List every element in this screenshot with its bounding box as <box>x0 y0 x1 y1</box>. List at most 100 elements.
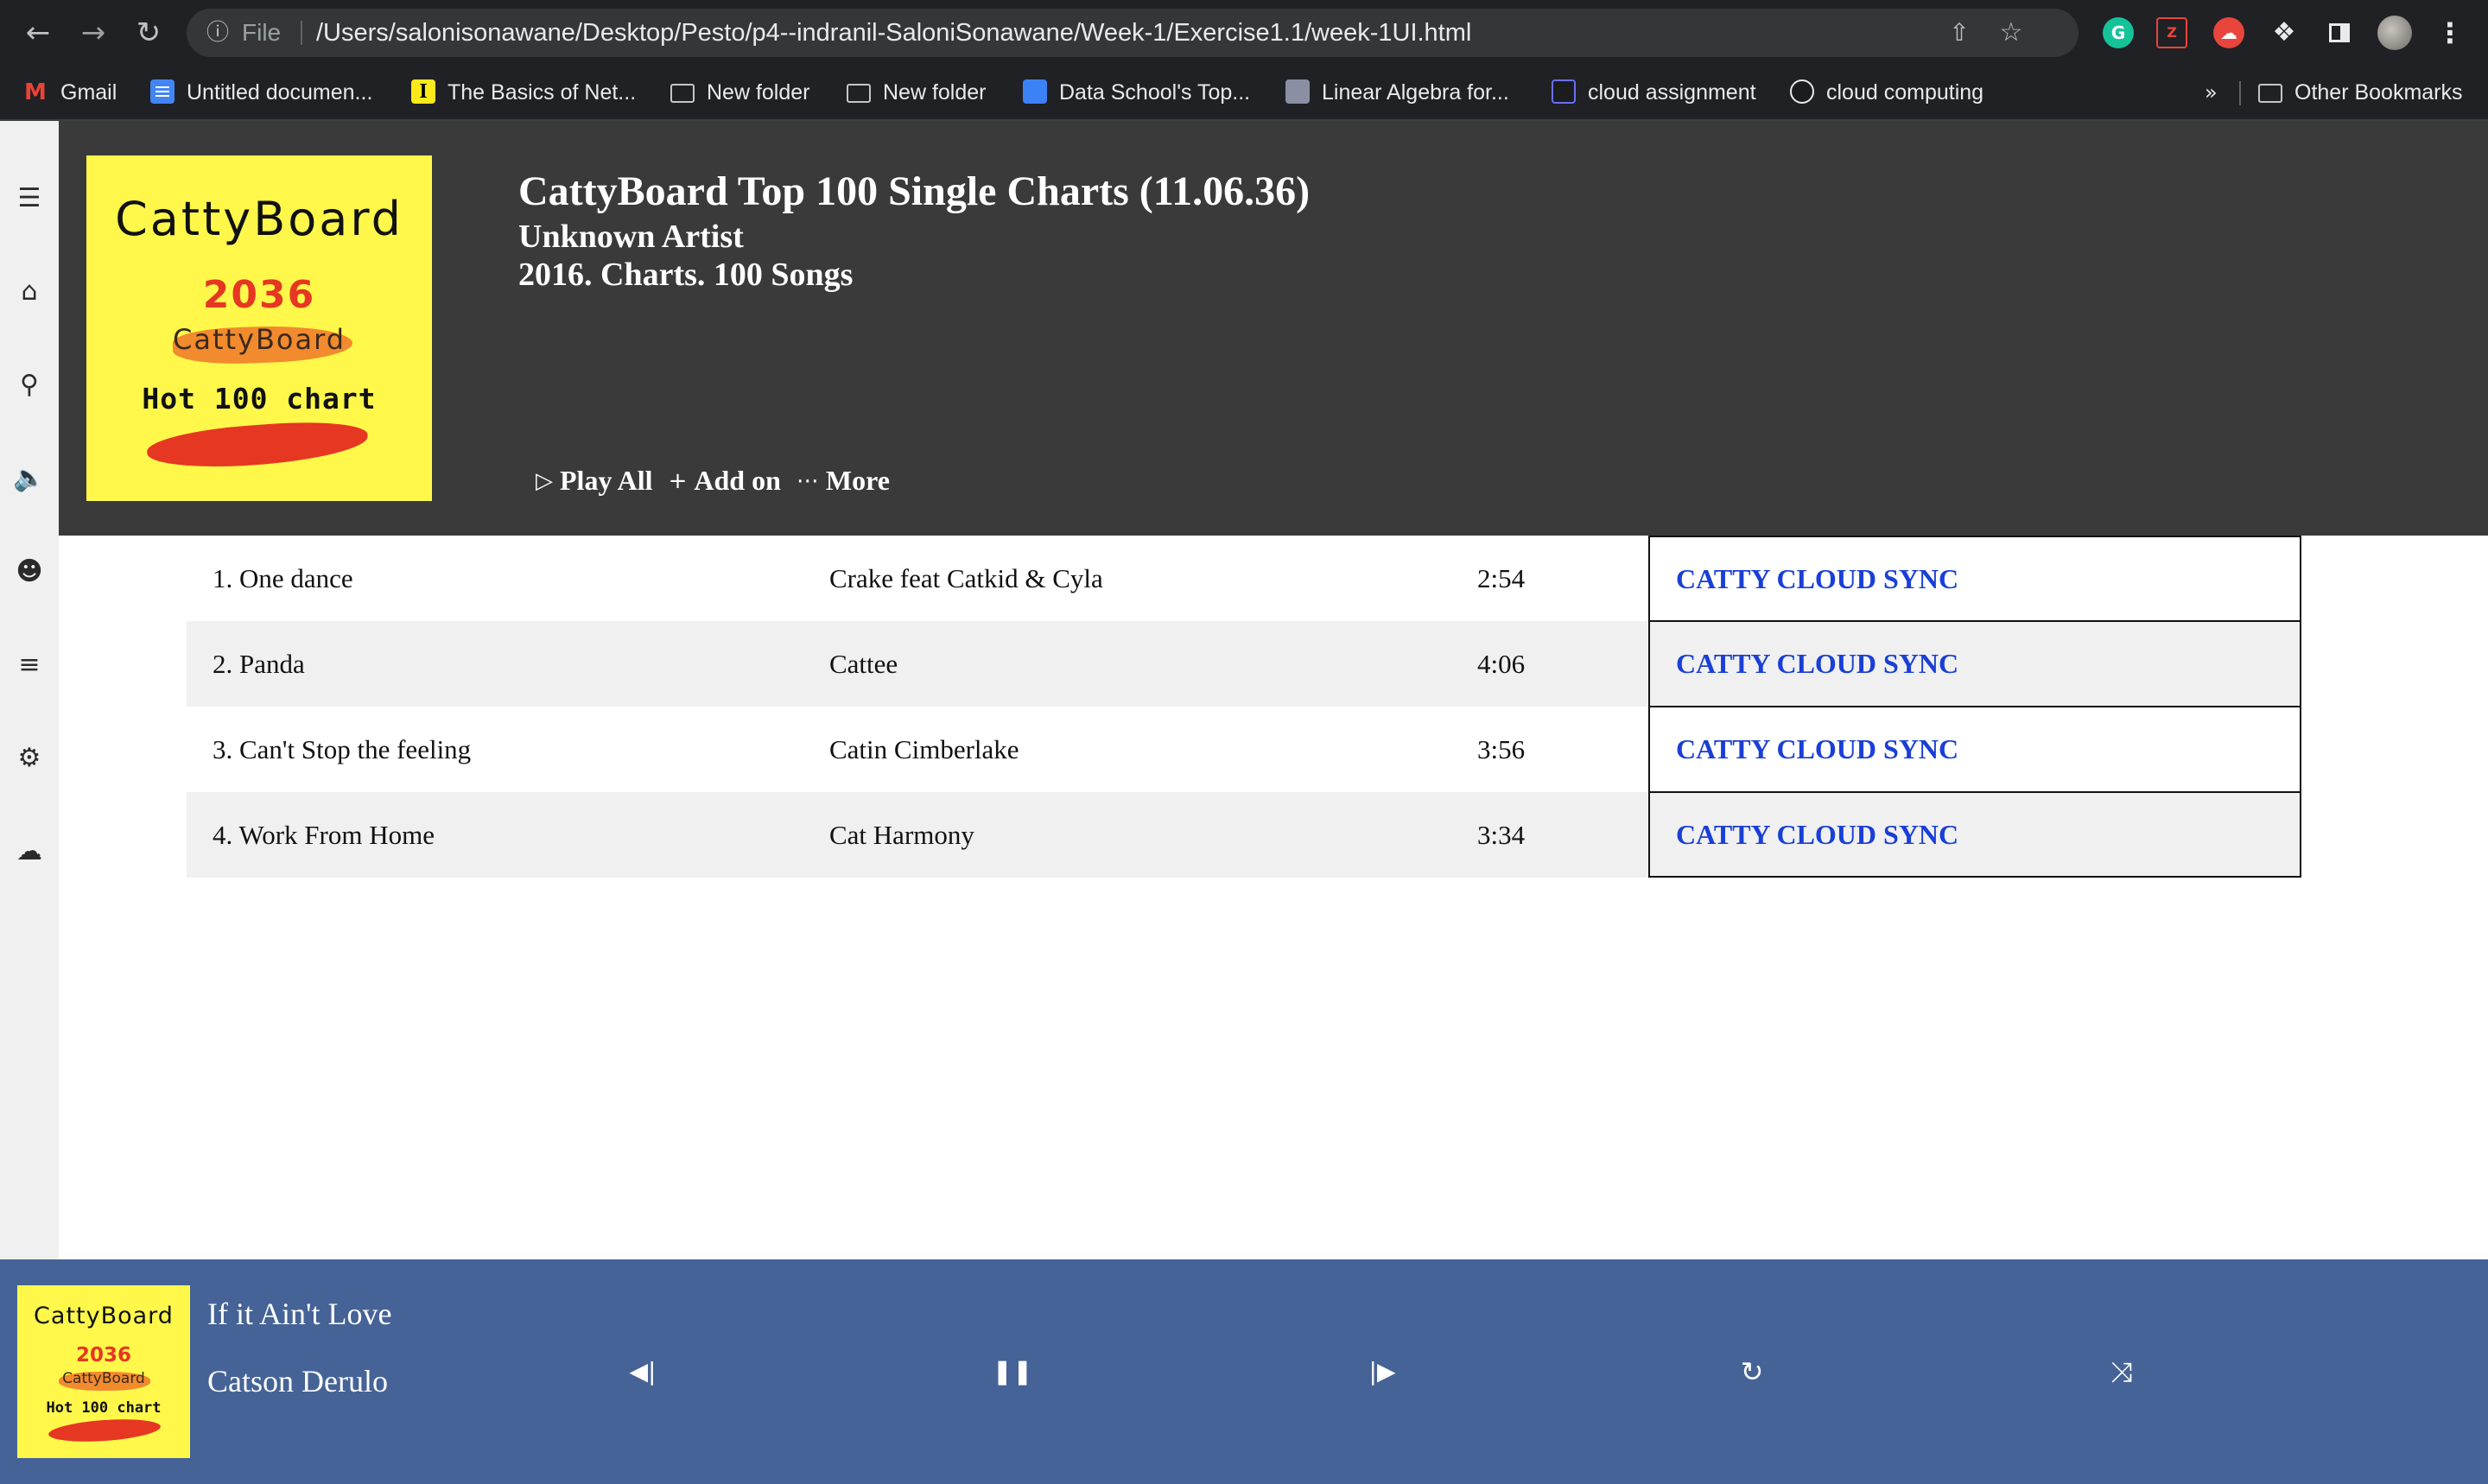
site-icon <box>1552 79 1576 105</box>
more-button[interactable]: ⋯ More <box>797 465 890 497</box>
bookmark-linear-algebra[interactable]: Linear Algebra for... <box>1285 66 1509 119</box>
address-bar[interactable]: ⓘ File /Users/salonisonawane/Desktop/Pes… <box>187 9 2079 57</box>
now-playing-title: If it Ain't Love <box>207 1297 392 1331</box>
sidebar: ☰ ⌂ ⚲ 🔈 ☻ ≡ ⚙ ☁ <box>0 121 59 1259</box>
browser-toolbar: ← → ↻ ⓘ File /Users/salonisonawane/Deskt… <box>0 0 2488 66</box>
site-icon <box>1023 79 1047 105</box>
cloud-sync-link[interactable]: CATTY CLOUD SYNC <box>1676 707 1958 791</box>
track-artist: Cattee <box>829 649 898 679</box>
now-playing-artist: Catson Derulo <box>207 1364 388 1398</box>
track-row[interactable]: 3. Can't Stop the feeling Catin Cimberla… <box>187 707 2301 792</box>
bookmark-cloud-assignment[interactable]: cloud assignment <box>1552 66 1756 119</box>
track-row[interactable]: 1. One dance Crake feat Catkid & Cyla 2:… <box>187 536 2301 621</box>
next-icon[interactable]: |▶︎ <box>1361 1351 1403 1392</box>
address-separator <box>301 21 302 45</box>
cover-year: 2036 <box>75 1344 131 1367</box>
bookmark-new-folder-1[interactable]: New folder <box>670 66 810 119</box>
bookmark-label: New folder <box>883 80 987 105</box>
home-icon[interactable]: ⌂ <box>10 273 48 311</box>
bookmark-basics-of-net[interactable]: The Basics of Net... <box>411 66 636 119</box>
track-list: 1. One dance Crake feat Catkid & Cyla 2:… <box>187 536 2301 878</box>
more-label: More <box>825 465 890 496</box>
search-icon[interactable]: ⚲ <box>10 366 48 404</box>
folder-icon <box>670 84 695 104</box>
volume-icon[interactable]: 🔈 <box>10 460 48 498</box>
album-cover: CattyBoard 2036 CattyBoard Hot 100 chart <box>86 155 432 501</box>
ellipsis-icon: ⋯ <box>796 468 819 494</box>
track-name: 4. Work From Home <box>213 820 435 850</box>
bookmark-other-bookmarks[interactable]: Other Bookmarks <box>2258 66 2463 119</box>
spotify-icon[interactable]: ≡ <box>10 646 48 684</box>
play-all-button[interactable]: ▷ Play All <box>536 465 653 497</box>
album-actions: ▷ Play All + Add on ⋯ More <box>536 465 898 503</box>
settings-icon[interactable]: ⚙ <box>10 739 48 777</box>
cloud-sync-link[interactable]: CATTY CLOUD SYNC <box>1676 537 1958 621</box>
music-app: ☰ ⌂ ⚲ 🔈 ☻ ≡ ⚙ ☁ CattyBoard 2036 CattyBoa… <box>0 121 2488 1484</box>
extensions-puzzle-icon[interactable]: ❖ <box>2269 17 2300 48</box>
menu-icon[interactable]: ☰ <box>10 180 48 218</box>
soundcloud-icon[interactable]: ☁ <box>10 833 48 871</box>
forward-arrow-icon[interactable]: → <box>71 10 116 55</box>
site-icon <box>1790 79 1814 105</box>
cover-year: 2036 <box>202 273 316 317</box>
bookmark-data-school[interactable]: Data School's Top... <box>1023 66 1250 119</box>
track-duration: 3:34 <box>1477 820 1526 850</box>
track-artist: Crake feat Catkid & Cyla <box>829 563 1103 593</box>
bookmark-label: cloud computing <box>1826 80 1984 105</box>
docs-icon <box>150 79 175 105</box>
address-url[interactable]: /Users/salonisonawane/Desktop/Pesto/p4--… <box>316 9 1471 57</box>
address-scheme: File <box>242 19 282 46</box>
track-artist: Cat Harmony <box>829 820 974 850</box>
cover-brand-small: CattyBoard <box>62 1370 145 1387</box>
repeat-icon[interactable]: ↻ <box>1731 1351 1773 1392</box>
track-duration: 3:56 <box>1477 734 1526 764</box>
cover-subtitle: Hot 100 chart <box>142 382 377 415</box>
bookmark-cloud-computing[interactable]: cloud computing <box>1790 66 1983 119</box>
profile-avatar[interactable] <box>2377 16 2412 50</box>
share-icon[interactable]: ⇧ <box>1942 16 1977 50</box>
bookmark-label: cloud assignment <box>1588 80 1756 105</box>
cover-brand-small: CattyBoard <box>172 323 346 356</box>
play-all-label: Play All <box>560 465 653 496</box>
site-icon <box>1285 79 1310 105</box>
user-icon[interactable]: ☻ <box>10 553 48 591</box>
plus-icon: + <box>668 468 688 494</box>
folder-icon <box>847 84 871 104</box>
track-row[interactable]: 4. Work From Home Cat Harmony 3:34 CATTY… <box>187 792 2301 878</box>
bookmark-star-icon[interactable]: ☆ <box>1994 16 2028 50</box>
cloud-extension-icon[interactable]: ☁ <box>2213 17 2244 48</box>
previous-icon[interactable]: ◀︎| <box>622 1351 663 1392</box>
track-name: 2. Panda <box>213 649 305 679</box>
bookmarks-overflow-chevron[interactable]: » <box>2205 66 2218 119</box>
cloud-sync-link[interactable]: CATTY CLOUD SYNC <box>1676 622 1958 706</box>
folder-icon <box>2258 84 2282 104</box>
grammarly-extension-icon[interactable]: G <box>2103 17 2134 48</box>
pause-icon[interactable]: ❚❚ <box>992 1351 1033 1392</box>
cover-brush-stroke-red <box>145 417 370 472</box>
bookmarks-divider <box>2239 81 2241 105</box>
play-icon: ▷ <box>536 468 553 494</box>
gmail-icon: M <box>24 79 47 106</box>
bookmark-label: The Basics of Net... <box>447 80 637 105</box>
album-meta: 2016. Charts. 100 Songs <box>518 257 854 293</box>
track-duration: 4:06 <box>1477 649 1526 679</box>
cover-subtitle: Hot 100 chart <box>46 1399 162 1417</box>
side-panel-icon[interactable] <box>2324 17 2355 48</box>
album-artist: Unknown Artist <box>518 219 744 255</box>
bookmark-new-folder-2[interactable]: New folder <box>847 66 987 119</box>
zotero-extension-icon[interactable]: Z <box>2156 17 2187 48</box>
track-row[interactable]: 2. Panda Cattee 4:06 CATTY CLOUD SYNC <box>187 621 2301 707</box>
add-on-button[interactable]: + Add on <box>669 465 781 497</box>
now-playing-bar: CattyBoard 2036 CattyBoard Hot 100 chart… <box>0 1259 2488 1484</box>
reload-icon[interactable]: ↻ <box>126 10 171 55</box>
bookmark-gmail[interactable]: M Gmail <box>24 66 117 119</box>
bookmark-untitled-document[interactable]: Untitled documen... <box>150 66 372 119</box>
cloud-sync-cell: CATTY CLOUD SYNC <box>1648 707 2301 792</box>
add-on-label: Add on <box>694 465 781 496</box>
back-arrow-icon[interactable]: ← <box>16 10 60 55</box>
cloud-sync-link[interactable]: CATTY CLOUD SYNC <box>1676 793 1958 877</box>
shuffle-icon[interactable]: ⤨ <box>2101 1351 2142 1392</box>
cover-brush-stroke-red <box>48 1416 162 1445</box>
browser-menu-icon[interactable]: ⋮ <box>2434 17 2466 48</box>
info-icon[interactable]: ⓘ <box>202 17 233 48</box>
